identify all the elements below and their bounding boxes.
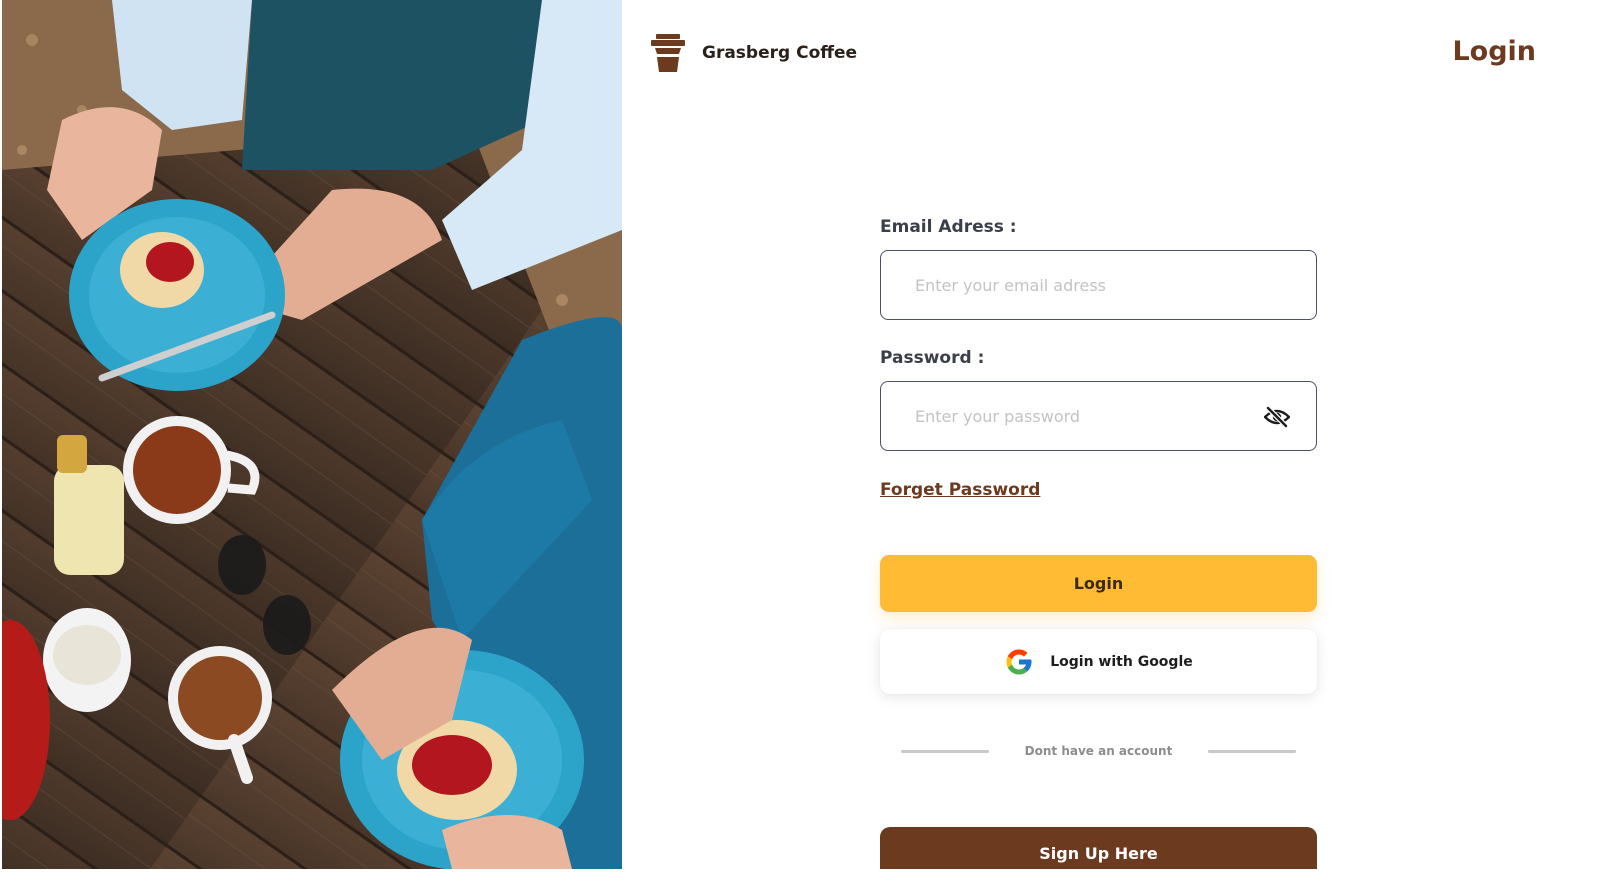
- coffee-cup-icon: [651, 34, 685, 72]
- password-input[interactable]: [915, 382, 1255, 450]
- email-field-box: [880, 250, 1317, 320]
- brand-name: Grasberg Coffee: [702, 43, 858, 63]
- forgot-password-link[interactable]: Forget Password: [880, 480, 1040, 500]
- breakfast-table-photo: [2, 0, 622, 869]
- google-button-label: Login with Google: [1050, 653, 1193, 670]
- login-page: Grasberg Coffee Login Email Adress : Pas…: [0, 0, 1614, 894]
- password-label: Password :: [880, 348, 985, 368]
- hero-photo: [2, 0, 622, 869]
- google-icon: [1006, 649, 1032, 674]
- login-with-google-button[interactable]: Login with Google: [880, 629, 1317, 694]
- page-title: Login: [1452, 36, 1536, 67]
- login-button[interactable]: Login: [880, 555, 1317, 612]
- divider-line-right: [1208, 750, 1296, 753]
- email-input[interactable]: [915, 251, 1255, 319]
- bottom-edge: [0, 869, 1614, 894]
- eye-off-icon[interactable]: [1264, 406, 1290, 428]
- password-field-box: [880, 381, 1317, 451]
- email-label: Email Adress :: [880, 217, 1017, 237]
